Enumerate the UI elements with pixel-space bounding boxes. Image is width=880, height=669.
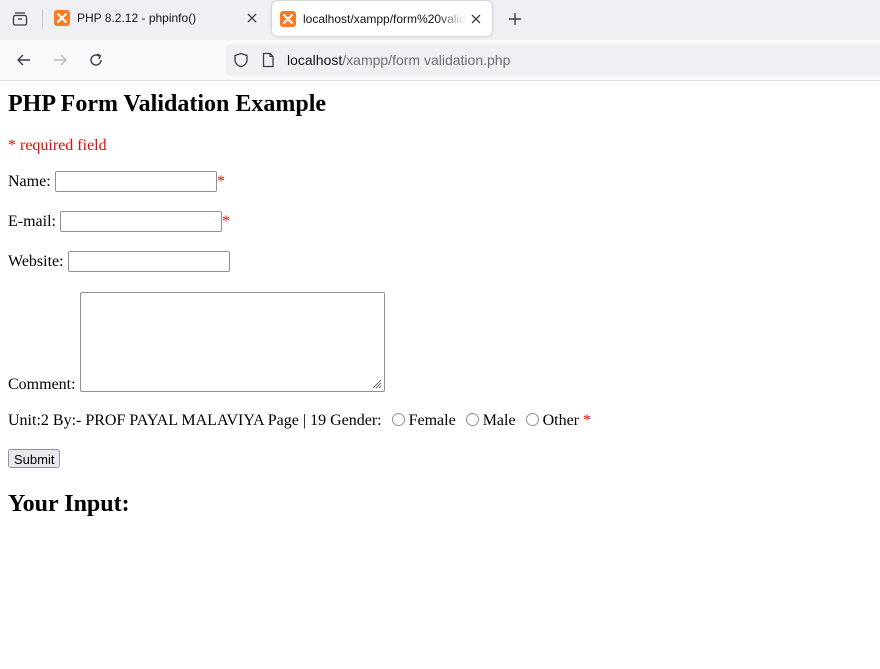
name-required-star: * <box>217 173 225 190</box>
shield-icon[interactable] <box>233 52 249 68</box>
page-info-icon[interactable] <box>260 52 276 68</box>
email-label: E-mail: <box>8 213 56 230</box>
gender-label: Gender: <box>330 412 382 429</box>
reload-button[interactable] <box>82 48 110 72</box>
gender-option-label: Female <box>408 412 456 429</box>
resize-grip-icon[interactable] <box>370 377 382 389</box>
gender-option-label: Other <box>542 412 580 429</box>
email-input[interactable] <box>60 211 222 232</box>
name-input[interactable] <box>55 171 217 192</box>
gender-radio-other[interactable] <box>525 413 539 426</box>
name-label: Name: <box>8 173 51 190</box>
tab-list-icon <box>12 12 28 26</box>
email-required-star: * <box>222 213 230 230</box>
output-heading: Your Input: <box>8 491 130 517</box>
gender-option-label: Male <box>482 412 516 429</box>
navigation-toolbar: localhost/xampp/form validation.php <box>0 40 880 81</box>
tab-separator <box>42 9 43 29</box>
plus-icon <box>509 13 521 25</box>
gender-radio-male[interactable] <box>465 413 479 426</box>
new-tab-button[interactable] <box>504 8 526 30</box>
website-label: Website: <box>8 253 64 270</box>
back-button[interactable] <box>10 48 38 72</box>
tab-list-button[interactable] <box>6 5 34 33</box>
xampp-favicon-icon <box>280 10 296 27</box>
arrow-left-icon <box>17 54 30 66</box>
close-icon <box>471 14 481 23</box>
tab-form-validation[interactable]: localhost/xampp/form%20validation.php <box>272 1 492 36</box>
close-icon <box>247 13 257 23</box>
xampp-favicon-icon <box>54 10 70 26</box>
tab-close-button[interactable] <box>466 9 486 29</box>
submit-button[interactable]: Submit <box>8 449 61 468</box>
tab-title: PHP 8.2.12 - phpinfo() <box>77 11 197 25</box>
tab-phpinfo[interactable]: PHP 8.2.12 - phpinfo() <box>46 0 268 36</box>
tab-title: localhost/xampp/form%20validation.php <box>303 11 466 26</box>
website-input[interactable] <box>68 251 230 272</box>
url-text[interactable]: localhost/xampp/form validation.php <box>287 52 510 68</box>
tab-close-button[interactable] <box>242 8 262 28</box>
gender-required-star: * <box>583 412 592 429</box>
url-host: localhost <box>287 52 343 68</box>
tab-bar: PHP 8.2.12 - phpinfo() localhost/xampp/f… <box>0 0 880 40</box>
address-bar[interactable]: localhost/xampp/form validation.php <box>226 44 880 76</box>
comment-textarea[interactable] <box>80 292 385 392</box>
page-title: PHP Form Validation Example <box>8 91 327 117</box>
gender-radio-female[interactable] <box>391 413 405 426</box>
url-path: /xampp/form validation.php <box>342 52 511 68</box>
forward-button[interactable] <box>46 48 74 72</box>
arrow-right-icon <box>54 54 67 66</box>
gender-row: Unit:2 By:- PROF PAYAL MALAVIYA Page | 1… <box>8 412 591 430</box>
comment-label: Comment: <box>8 376 76 393</box>
footer-watermark-text: Unit:2 By:- PROF PAYAL MALAVIYA Page | 1… <box>8 412 327 429</box>
required-field-note: * required field <box>8 137 107 154</box>
reload-icon <box>90 53 102 66</box>
